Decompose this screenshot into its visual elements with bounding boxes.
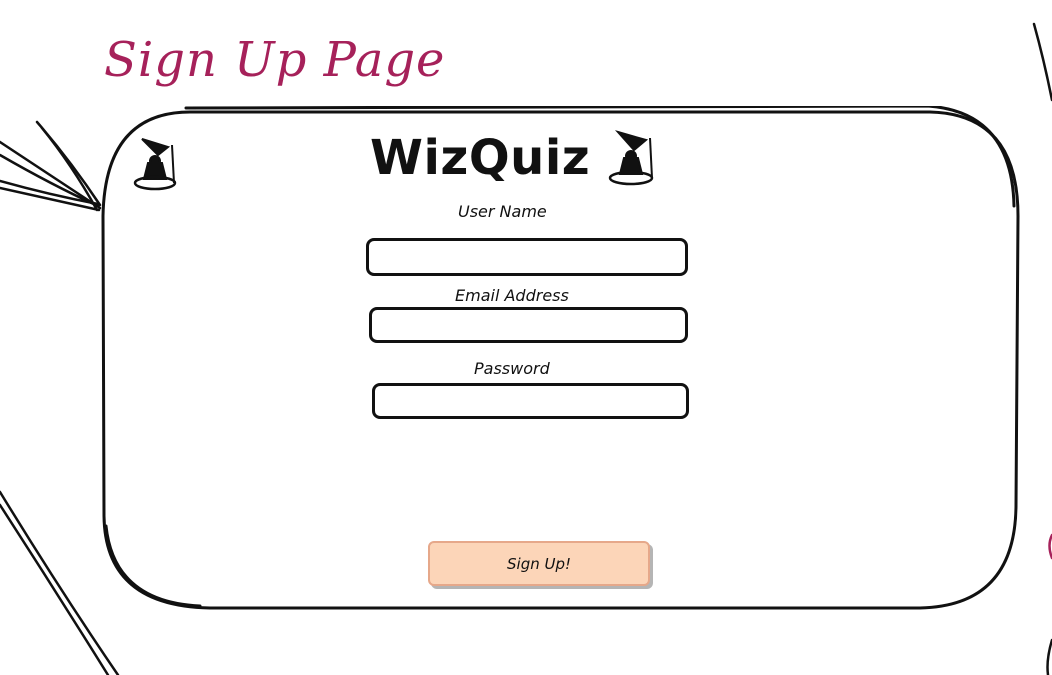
sign-up-button[interactable]: Sign Up! xyxy=(428,541,650,586)
email-input[interactable] xyxy=(369,307,688,343)
password-label: Password xyxy=(474,359,550,378)
brand-logo: WizQuiz xyxy=(370,126,660,190)
email-label: Email Address xyxy=(455,286,569,305)
sketch-canvas: Sign Up Page WizQuiz User Name Email Add… xyxy=(0,0,1052,675)
page-title: Sign Up Page xyxy=(104,32,446,88)
brand-name: WizQuiz xyxy=(370,130,591,186)
username-input[interactable] xyxy=(366,238,688,276)
wizard-icon xyxy=(133,138,177,191)
password-input[interactable] xyxy=(372,383,689,419)
username-label: User Name xyxy=(458,202,547,221)
wizard-icon xyxy=(608,130,654,186)
